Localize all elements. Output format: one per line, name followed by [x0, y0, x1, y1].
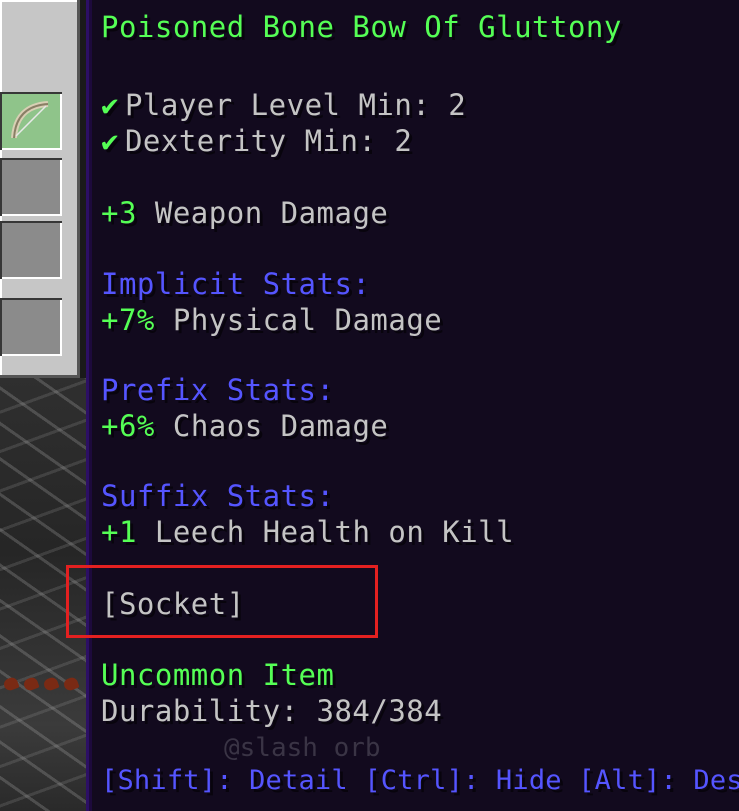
inventory-slot[interactable] [0, 158, 62, 216]
rarity-line: Uncommon Item [101, 658, 335, 692]
inventory-slot[interactable] [0, 221, 62, 279]
bone-bow-icon [11, 101, 49, 139]
suffix-stats-header: Suffix Stats: [101, 479, 335, 513]
inventory-panel [0, 0, 80, 378]
drumstick-icon [22, 675, 40, 693]
hunger-bar [0, 674, 90, 698]
item-name: Poisoned Bone Bow Of Gluttony [101, 10, 622, 44]
weapon-damage-line: +3 Weapon Damage [101, 196, 389, 230]
inventory-slot-bow[interactable] [0, 92, 62, 150]
requirement-line: ✔ Player Level Min: 2 [101, 88, 467, 122]
implicit-stat-line: +7% Physical Damage [101, 303, 443, 337]
socket-highlight-box [66, 565, 378, 638]
drumstick-icon [42, 675, 60, 693]
suffix-stat-line: +1 Leech Health on Kill [101, 515, 515, 549]
check-icon: ✔ [101, 88, 119, 122]
requirement-line: ✔ Dexterity Min: 2 [101, 124, 413, 158]
key-hint-line: [Shift]: Detail [Ctrl]: Hide [Alt]: Desc [101, 765, 739, 796]
drumstick-icon [2, 675, 20, 693]
drumstick-icon [62, 675, 80, 693]
item-tooltip: Poisoned Bone Bow Of Gluttony ✔ Player Le… [86, 0, 739, 811]
watermark: @slash orb [224, 733, 381, 763]
prefix-stats-header: Prefix Stats: [101, 373, 335, 407]
implicit-stats-header: Implicit Stats: [101, 267, 371, 301]
prefix-stat-line: +6% Chaos Damage [101, 409, 389, 443]
check-icon: ✔ [101, 124, 119, 158]
inventory-slot[interactable] [0, 298, 62, 356]
durability-line: Durability: 384/384 [101, 694, 443, 728]
